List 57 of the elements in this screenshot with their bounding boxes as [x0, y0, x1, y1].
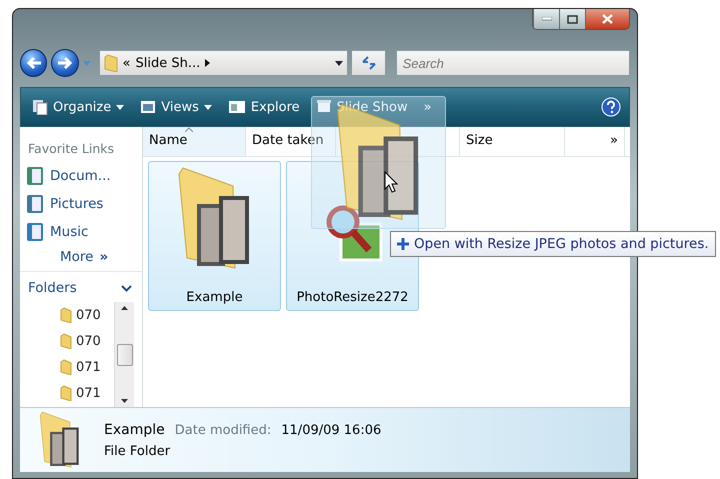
close-button[interactable] [585, 9, 629, 29]
overflow-chevron[interactable]: « [122, 56, 130, 70]
toolbar-button[interactable]: Views [137, 98, 215, 116]
book-icon [26, 166, 44, 186]
address-bar[interactable]: « Slide Sh... [98, 50, 348, 76]
pane-heading: Favorite Links [27, 140, 116, 158]
arrow-up-icon [121, 306, 128, 310]
folder-tree-item[interactable]: 070 [60, 302, 114, 328]
back-arrow-icon [26, 56, 42, 70]
music-note-book-icon [26, 222, 44, 242]
date-value: 11/09/09 16:06 [281, 422, 382, 438]
scroll-thumb[interactable] [116, 344, 132, 366]
book-icon [26, 194, 44, 214]
folder-icon [104, 54, 118, 72]
folder-icon [60, 359, 72, 375]
window-icon [228, 100, 246, 114]
window-icon [140, 100, 156, 114]
favorite-link[interactable]: Pictures [20, 190, 142, 218]
folder-tree-item[interactable]: 070 [60, 328, 114, 354]
caret-icon [82, 60, 91, 66]
favorite-link[interactable]: Music [20, 218, 142, 246]
refresh-button[interactable] [352, 50, 386, 76]
folder-icon [60, 333, 72, 349]
folder-tree-item[interactable]: 071 [60, 380, 114, 406]
column-header[interactable]: Name [143, 127, 246, 156]
arrow-right-icon [205, 59, 210, 67]
help-icon[interactable] [601, 97, 621, 117]
close-icon [602, 14, 613, 24]
favorite-link[interactable]: Docum... [20, 162, 142, 190]
minimize-button[interactable] [533, 9, 559, 29]
toolbar-button[interactable]: Organize [29, 97, 128, 117]
scrollbar[interactable] [114, 302, 134, 407]
caret-icon [335, 60, 344, 66]
mouse-pointer-icon [384, 171, 398, 193]
date-label: Date modified: [174, 422, 272, 438]
maximize-icon [567, 14, 578, 24]
pages-icon [32, 99, 48, 115]
search-field[interactable]: Search [396, 50, 630, 76]
minimize-icon [542, 17, 552, 21]
projector-screen-icon [316, 99, 332, 115]
back-button[interactable] [20, 49, 48, 77]
file-item[interactable]: Example [148, 161, 281, 311]
plus-icon [397, 238, 409, 250]
forward-button[interactable] [51, 49, 79, 77]
folder-icon [60, 307, 72, 323]
refresh-icon [360, 56, 377, 70]
drag-tooltip: Open with Resize JPEG photos and pictures. [390, 231, 716, 257]
file-type: File Folder [104, 444, 172, 458]
toolbar-button[interactable]: Explore [224, 98, 303, 116]
more-link[interactable]: More » [20, 246, 142, 271]
folder-tree-item[interactable]: 071 [60, 354, 114, 380]
arrow-down-icon [121, 399, 128, 403]
maximize-button[interactable] [559, 9, 585, 29]
folder-icon [60, 385, 72, 401]
forward-arrow-icon [57, 56, 74, 70]
file-name: Example [104, 422, 165, 438]
breadcrumb[interactable]: Slide Sh... [135, 56, 200, 70]
